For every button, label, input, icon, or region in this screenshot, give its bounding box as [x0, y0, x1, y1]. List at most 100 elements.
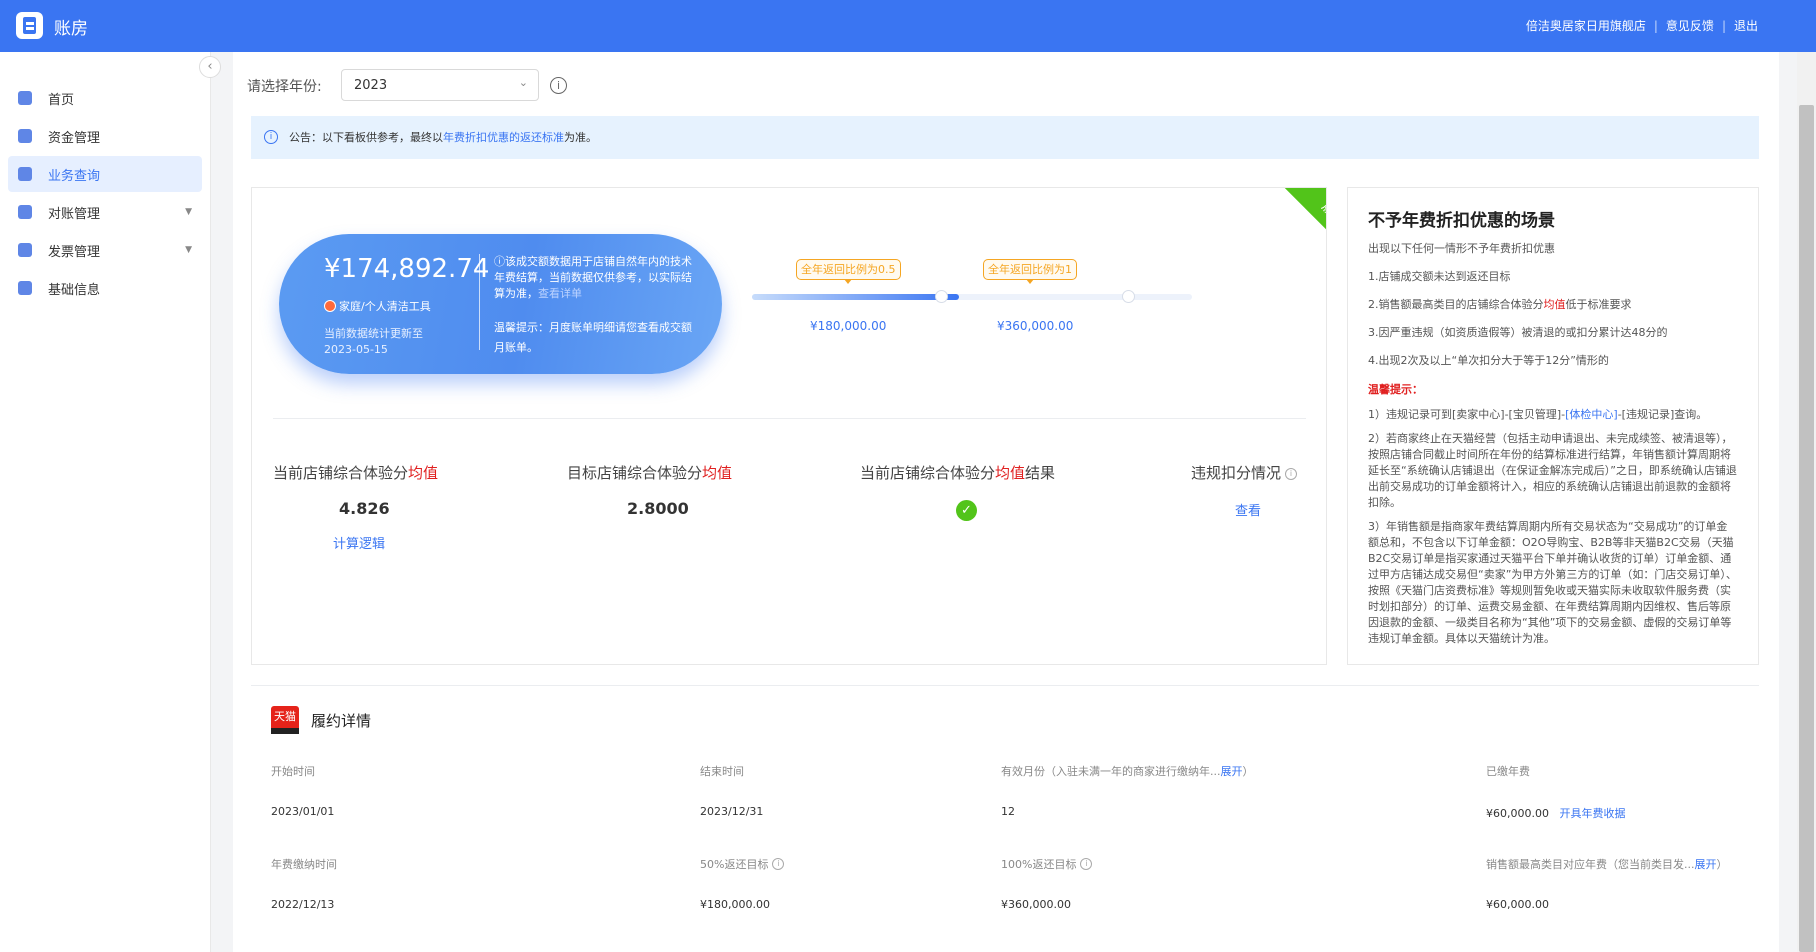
year-label: 请选择年份: — [247, 79, 322, 95]
milestone-tag-50: 全年返回比例为0.5 — [796, 259, 901, 284]
feedback-link[interactable]: 意见反馈 — [1666, 17, 1714, 34]
metric-title-text: 违规扣分情况 — [1191, 464, 1282, 482]
info-icon[interactable]: i — [772, 858, 785, 870]
chevron-down-icon: ▼ — [185, 245, 192, 255]
rule-text: 低于标准要求 — [1565, 298, 1632, 311]
top-category-text: 销售额最高类目对应年费（您当前类目发... — [1486, 858, 1695, 871]
current-score-title: 当前店铺综合体验分均值 — [273, 462, 438, 483]
logout-link[interactable]: 退出 — [1734, 17, 1758, 34]
sidebar-item-reconcile[interactable]: 对账管理 ▼ — [8, 194, 202, 230]
separator: | — [1653, 18, 1658, 33]
document-icon — [18, 281, 32, 295]
target-100-value: ¥360,000.00 — [1001, 898, 1071, 911]
sales-summary-pill: ¥174,892.74 家庭/个人清洁工具 当前数据统计更新至 2023-05-… — [279, 234, 722, 374]
target-50-value: ¥180,000.00 — [700, 898, 770, 911]
notice-prefix: 公告：以下看板供参考，最终以 — [289, 131, 443, 144]
pay-time-value: 2022/12/13 — [271, 898, 335, 911]
rule-item: 3.因严重违规（如资质造假等）被清退的或扣分累计达48分的 — [1368, 326, 1668, 339]
app-logo-icon[interactable] — [16, 12, 43, 39]
sidebar-item-label: 首页 — [48, 92, 75, 108]
metric-title-text: 当前店铺综合体验分 — [273, 464, 409, 482]
category-label: 家庭/个人清洁工具 — [339, 300, 431, 313]
metric-title-suffix: 结果 — [1025, 464, 1056, 482]
year-select[interactable]: 2023 ⌄ — [341, 69, 539, 101]
invoice-icon — [18, 243, 32, 257]
calc-logic-link[interactable]: 计算逻辑 — [333, 533, 385, 552]
sidebar-item-funds[interactable]: 资金管理 — [8, 118, 202, 154]
collapse-sidebar-button[interactable]: ‹ — [199, 56, 221, 78]
valid-months-text: 有效月份（入驻未满一年的商家进行缴纳年... — [1001, 765, 1221, 778]
sidebar-item-label: 对账管理 — [48, 206, 101, 222]
reconcile-icon — [18, 205, 32, 219]
top-links: 倍洁奥居家日用旗舰店 | 意见反馈 | 退出 — [1526, 17, 1758, 34]
end-time-label: 结束时间 — [700, 765, 744, 778]
app-title: 账房 — [54, 19, 88, 39]
valid-months-value: 12 — [1001, 805, 1015, 818]
divider — [273, 418, 1306, 419]
pie-chart-icon — [324, 300, 336, 312]
scrollbar-thumb[interactable] — [1799, 105, 1814, 952]
notice-link[interactable]: 年费折扣优惠的返还标准 — [443, 131, 564, 144]
category: 家庭/个人清洁工具 — [324, 298, 431, 314]
home-icon — [18, 91, 32, 105]
health-center-link[interactable]: [体检中心] — [1565, 408, 1618, 421]
info-icon[interactable]: i — [1080, 858, 1093, 870]
metric-highlight: 均值 — [408, 464, 439, 482]
info-icon: i — [264, 130, 278, 144]
divider — [479, 254, 480, 350]
tip-paragraph: 1）违规记录可到[卖家中心]-[宝贝管理]-[体检中心]-[违规记录]查询。 — [1368, 407, 1738, 423]
paid-fee-label: 已缴年费 — [1486, 765, 1530, 778]
sidebar-item-invoice[interactable]: 发票管理 ▼ — [8, 232, 202, 268]
update-date: 2023-05-15 — [324, 343, 388, 356]
tip-paragraph: 3）年销售额是指商家年费结算周期内所有交易状态为“交易成功”的订单金额总和，不包… — [1368, 520, 1737, 645]
chevron-down-icon: ▼ — [185, 207, 192, 217]
start-time-value: 2023/01/01 — [271, 805, 335, 818]
money-icon — [18, 129, 32, 143]
progress-node-100 — [1122, 290, 1135, 303]
sidebar-item-home[interactable]: 首页 — [8, 80, 202, 116]
sidebar-item-label: 资金管理 — [48, 130, 101, 146]
top-bar: 账房 倍洁奥居家日用旗舰店 | 意见反馈 | 退出 — [0, 0, 1816, 52]
separator: | — [1721, 18, 1726, 33]
chevron-down-icon: ⌄ — [518, 76, 528, 89]
folder-icon — [18, 167, 32, 181]
expand-link[interactable]: 展开 — [1695, 858, 1717, 871]
year-select-value: 2023 — [354, 78, 388, 93]
target-50-label: 50%返还目标 i — [700, 856, 785, 872]
view-details-link[interactable]: 查看详单 — [538, 287, 582, 300]
detail-title: 履约详情 — [311, 712, 372, 730]
score-result-title: 当前店铺综合体验分均值结果 — [860, 462, 1055, 483]
expand-link[interactable]: 展开 — [1221, 765, 1243, 778]
sidebar-item-business-query[interactable]: 业务查询 — [8, 156, 202, 192]
store-name-link[interactable]: 倍洁奥居家日用旗舰店 — [1526, 17, 1646, 34]
target-score-value: 2.8000 — [627, 499, 689, 518]
rules-title: 不予年费折扣优惠的场景 — [1368, 211, 1555, 231]
sidebar-item-basic-info[interactable]: 基础信息 — [8, 270, 202, 306]
progress-bar-fill — [752, 294, 959, 300]
sidebar-item-label: 业务查询 — [48, 168, 101, 184]
pill-tip: 温馨提示：月度账单明细请您查看成交额月账单。 — [494, 321, 692, 354]
valid-months-label: 有效月份（入驻未满一年的商家进行缴纳年...展开） — [1001, 763, 1254, 779]
notice-banner: i 公告：以下看板供参考，最终以年费折扣优惠的返还标准为准。 — [251, 116, 1759, 159]
info-icon[interactable]: i — [550, 77, 567, 94]
update-info: 当前数据统计更新至 2023-05-15 — [324, 326, 423, 358]
tmall-logo: 天猫 — [271, 706, 299, 734]
update-label: 当前数据统计更新至 — [324, 327, 423, 340]
rule-item: 2.销售额最高类目的店铺综合体验分均值低于标准要求 — [1368, 297, 1738, 313]
tip-text: 1）违规记录可到[卖家中心]-[宝贝管理]- — [1368, 408, 1566, 421]
tip-paragraph: 2）若商家终止在天猫经营（包括主动申请退出、未完成续签、被清退等），按照店铺合同… — [1368, 432, 1737, 509]
metric-title-text: 当前店铺综合体验分 — [860, 464, 996, 482]
target-score-title: 目标店铺综合体验分均值 — [567, 462, 732, 483]
sales-amount: ¥174,892.74 — [324, 254, 490, 284]
start-time-label: 开始时间 — [271, 765, 315, 778]
rules-intro: 出现以下任何一情形不予年费折扣优惠 — [1368, 242, 1555, 255]
info-icon[interactable]: i — [1285, 468, 1298, 480]
paid-fee-value: ¥60,000.00 开具年费收据 — [1486, 805, 1625, 821]
metric-title-text: 目标店铺综合体验分 — [567, 464, 703, 482]
issue-receipt-link[interactable]: 开具年费收据 — [1559, 807, 1625, 820]
check-circle-icon: ✓ — [956, 500, 977, 521]
status-ribbon-label: 履约中 — [1280, 188, 1326, 276]
view-violations-link[interactable]: 查看 — [1235, 500, 1261, 519]
progress-node-50 — [935, 290, 948, 303]
sidebar-item-label: 发票管理 — [48, 244, 101, 260]
